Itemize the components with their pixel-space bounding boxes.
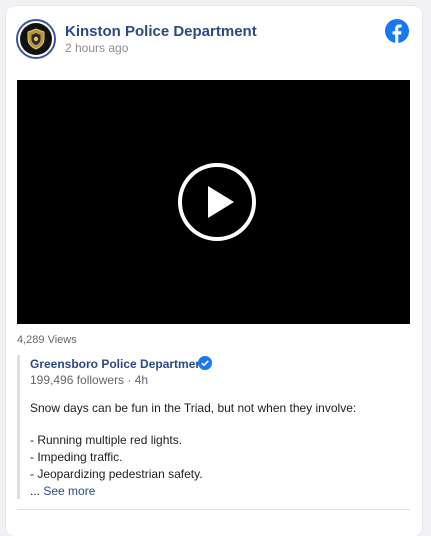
facebook-logo-icon[interactable] [385,19,409,43]
list-item: - Jeopardizing pedestrian safety. [30,467,203,481]
view-count: 4,289 Views [17,334,77,346]
verified-badge-icon [198,356,212,370]
shared-post-age[interactable]: 4h [135,373,148,387]
shared-page-name-link[interactable]: Greensboro Police Department [30,357,207,371]
follower-count: 199,496 followers [30,373,125,387]
list-item: - Impeding traffic. [30,450,123,464]
page-avatar[interactable] [16,19,56,59]
shared-post: Greensboro Police Department 199,496 fol… [17,355,410,499]
ellipsis: ... [30,484,44,498]
list-item: - Running multiple red lights. [30,433,183,447]
page-name-link[interactable]: Kinston Police Department [65,23,257,40]
meta-separator: · [124,373,135,387]
play-icon[interactable] [178,163,256,241]
shared-post-meta: 199,496 followers · 4h [30,373,148,387]
post-card: Kinston Police Department 2 hours ago 4,… [6,6,422,536]
divider [17,509,410,510]
post-intro: Snow days can be fun in the Triad, but n… [30,401,357,415]
police-badge-icon [20,23,52,55]
post-text: Snow days can be fun in the Triad, but n… [30,400,405,500]
post-timestamp[interactable]: 2 hours ago [65,41,128,55]
video-player[interactable] [17,80,410,324]
see-more-link[interactable]: See more [43,484,95,498]
